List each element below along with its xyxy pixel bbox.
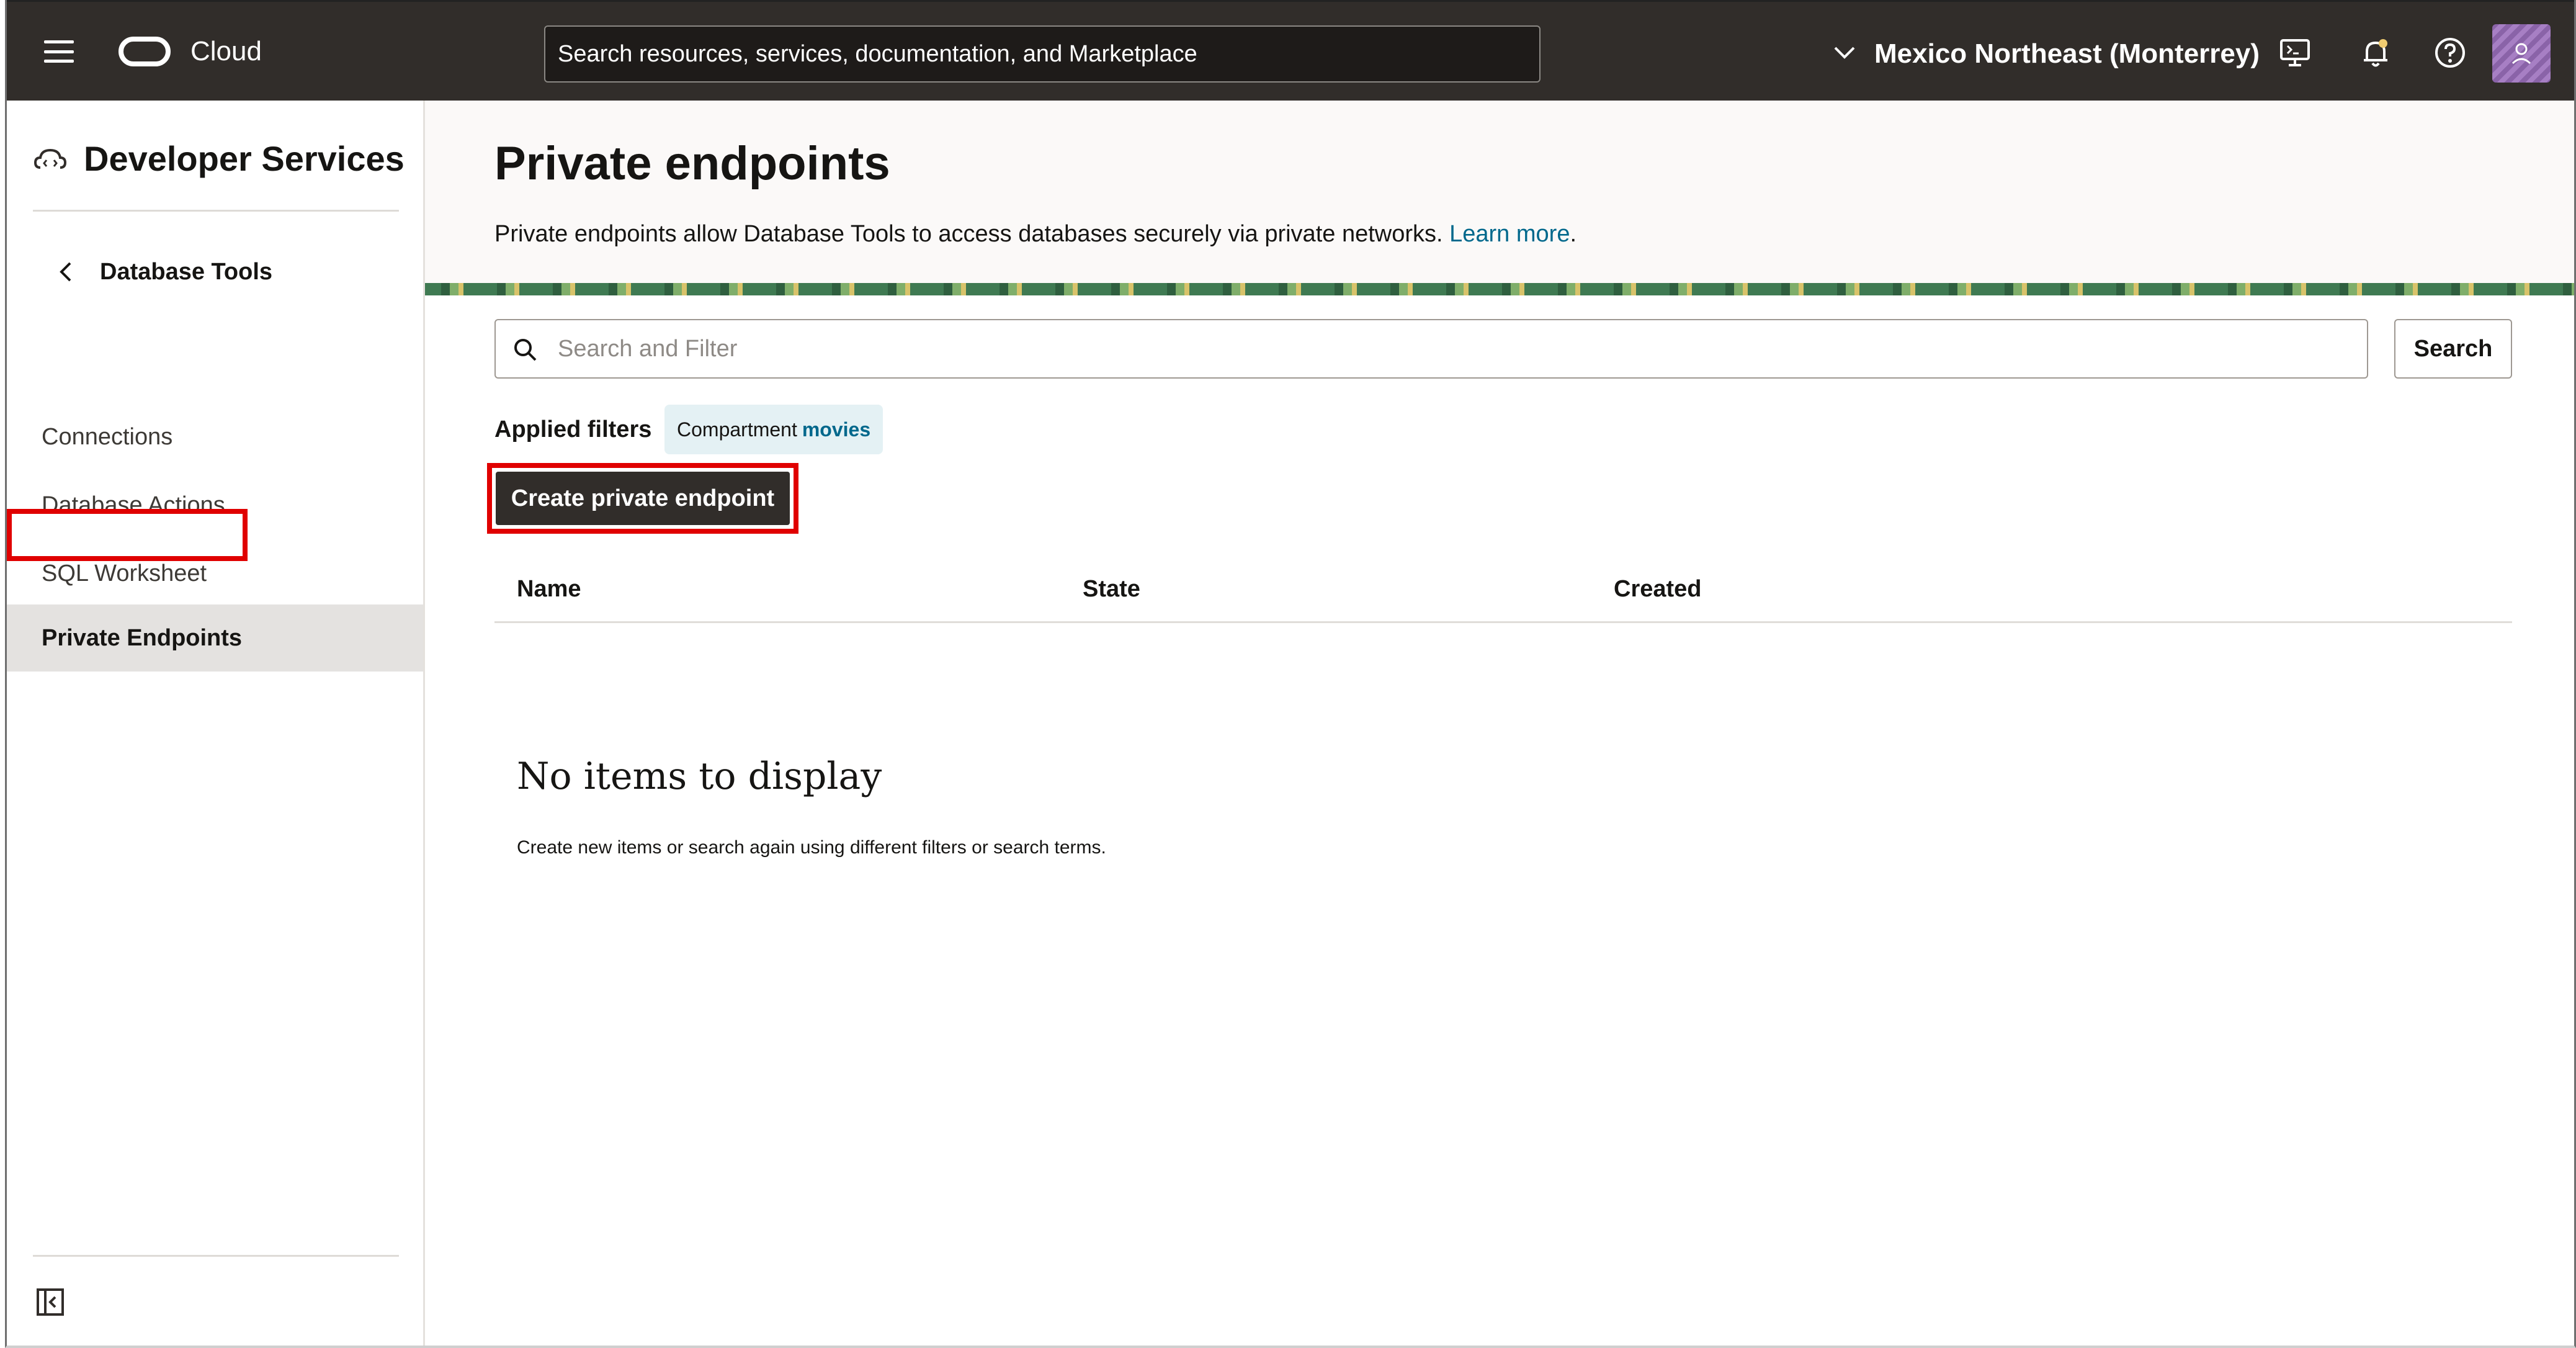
column-header-name[interactable]: Name (517, 560, 581, 618)
sidebar-title: Developer Services (84, 139, 405, 178)
search-filter-placeholder: Search and Filter (558, 336, 738, 362)
sidebar-item-database-actions[interactable]: Database Actions (7, 472, 423, 539)
oracle-logo[interactable] (119, 37, 171, 66)
filter-chip-compartment[interactable]: Compartment movies (664, 405, 883, 454)
sidebar-item-sql-worksheet[interactable]: SQL Worksheet (7, 540, 423, 607)
create-private-endpoint-button[interactable]: Create private endpoint (496, 472, 790, 525)
learn-more-link[interactable]: Learn more (1449, 221, 1570, 247)
empty-state-title: No items to display (517, 755, 882, 798)
sidebar-divider (33, 210, 399, 212)
sidebar-item-connections[interactable]: Connections (7, 403, 423, 470)
cloud-shell-icon[interactable] (2278, 35, 2312, 70)
chevron-left-icon[interactable] (56, 259, 74, 284)
chevron-down-icon[interactable] (1833, 45, 1856, 60)
sidebar-item-private-endpoints[interactable]: Private Endpoints (7, 604, 423, 672)
empty-state-message: Create new items or search again using d… (517, 837, 1106, 858)
sidebar-section-database-tools[interactable]: Database Tools (100, 254, 272, 289)
region-selector[interactable]: Mexico Northeast (Monterrey) (1874, 37, 2260, 71)
help-icon[interactable] (2433, 35, 2467, 70)
page-header: Private endpoints Private endpoints allo… (425, 101, 2574, 287)
browser-frame: Cloud Search resources, services, docume… (5, 0, 2576, 1348)
create-button-highlight: Create private endpoint (487, 463, 798, 534)
notifications-bell-icon[interactable] (2358, 35, 2393, 70)
sidebar-bottom-divider (33, 1255, 399, 1257)
applied-filters-label: Applied filters (494, 416, 652, 443)
collapse-sidebar-icon[interactable] (35, 1287, 65, 1317)
main-content: Private endpoints Private endpoints allo… (425, 101, 2574, 1346)
search-button[interactable]: Search (2394, 319, 2512, 379)
sidebar: Developer Services Database Tools Connec… (7, 101, 425, 1346)
user-icon (2511, 43, 2531, 65)
search-icon (514, 339, 537, 361)
brand-label[interactable]: Cloud (190, 35, 262, 68)
table-header: Name State Created (494, 560, 2512, 623)
filter-chip-name: Compartment (677, 418, 797, 441)
top-header: Cloud Search resources, services, docume… (7, 0, 2574, 101)
page-description: Private endpoints allow Database Tools t… (494, 221, 1577, 247)
filter-chip-value: movies (802, 418, 871, 441)
user-avatar[interactable] (2492, 24, 2551, 83)
column-header-state[interactable]: State (1083, 560, 1140, 618)
column-header-created[interactable]: Created (1614, 560, 1702, 618)
search-filter-input[interactable]: Search and Filter (494, 319, 2368, 379)
cloud-dev-services-icon (34, 148, 67, 169)
description-text: Private endpoints allow Database Tools t… (494, 221, 1443, 247)
page-title: Private endpoints (494, 137, 890, 190)
decorative-banner (425, 283, 2574, 295)
global-search-input[interactable]: Search resources, services, documentatio… (544, 25, 1541, 83)
menu-icon[interactable] (44, 40, 74, 63)
